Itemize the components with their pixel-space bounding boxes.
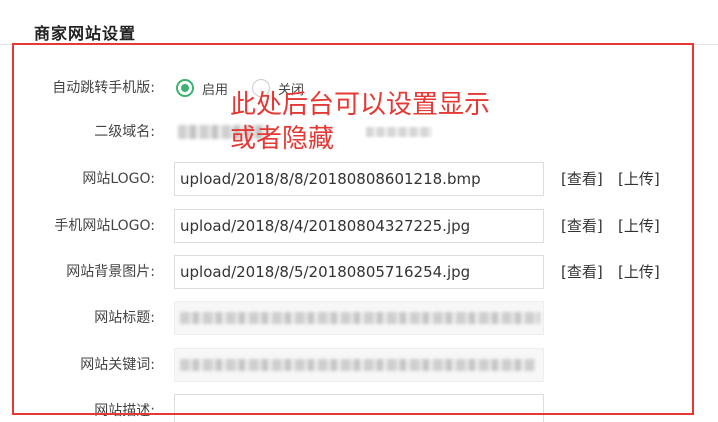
merchant-site-settings-page: 商家网站设置 自动跳转手机版: 启用 关闭 二级域名: 网站LOGO: uplo… [0,0,718,422]
section-title: 商家网站设置 [34,24,137,43]
annotation-text: 此处后台可以设置显示 或者隐藏 [230,90,491,154]
